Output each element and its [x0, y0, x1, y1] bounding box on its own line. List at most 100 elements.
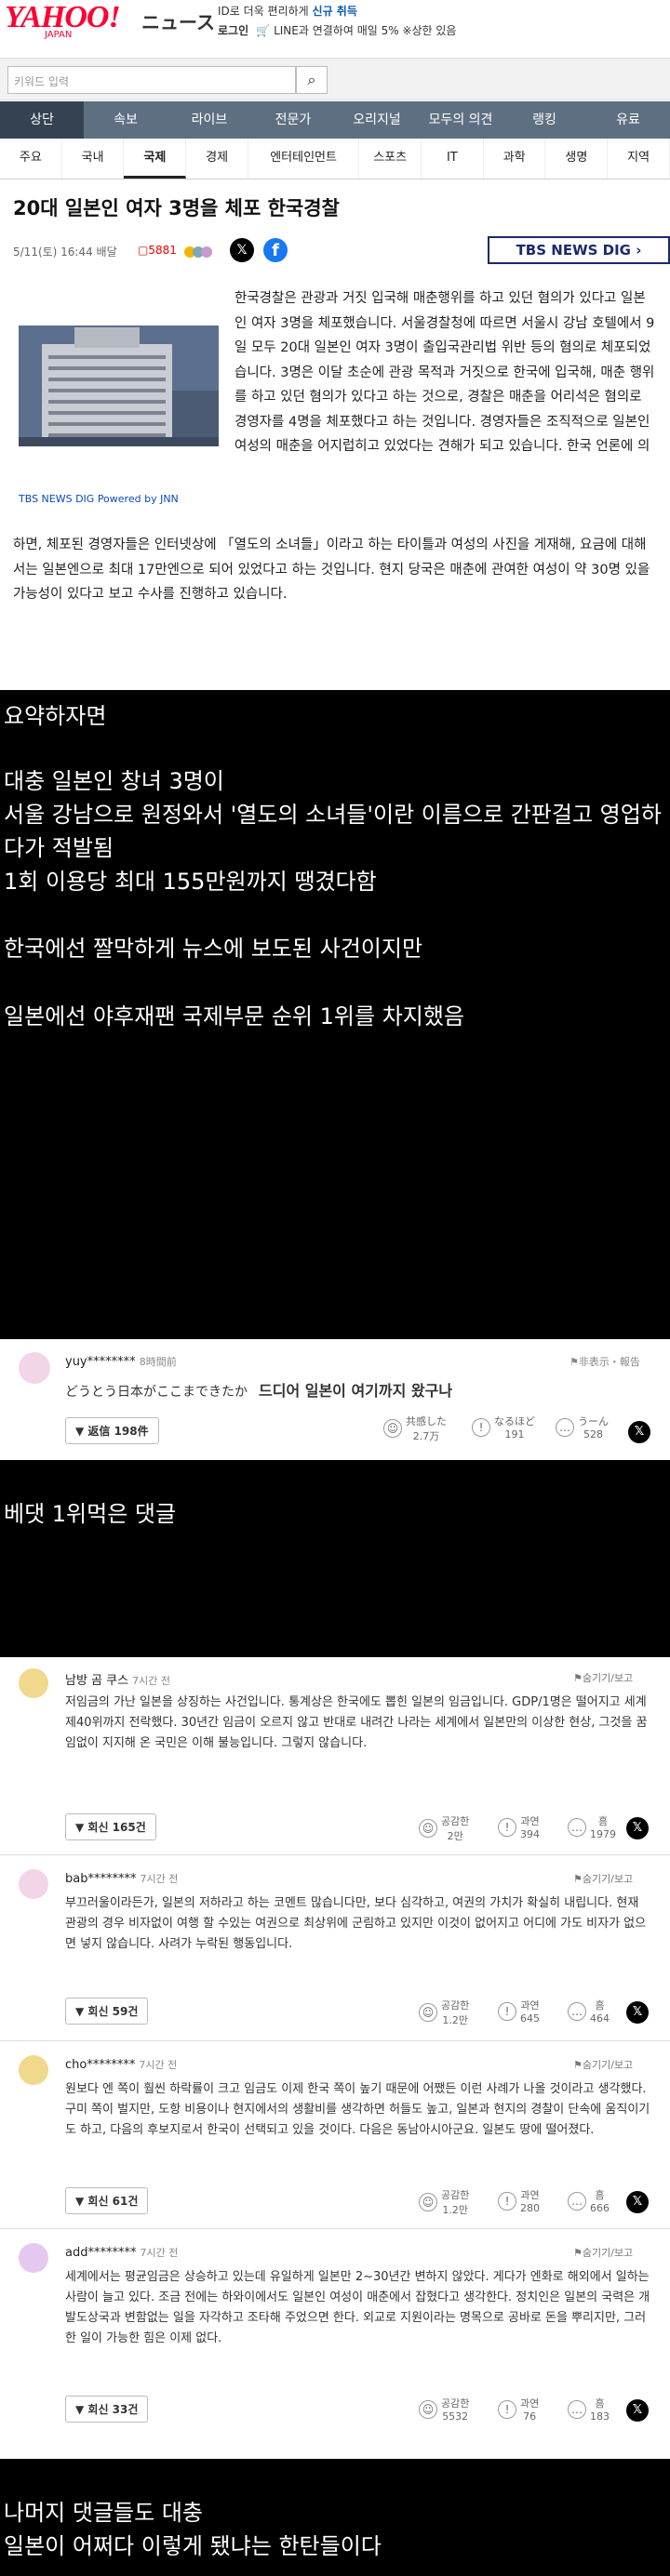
comment-count[interactable]: ▢5881	[138, 244, 177, 257]
vote-agree[interactable]: ! なるほど 191	[472, 1414, 535, 1441]
yahoo-logo[interactable]: YAHOO!	[5, 2, 121, 33]
comment-user: cho******** 7시간 전	[65, 2057, 177, 2072]
subtab-economy[interactable]: 경제	[186, 139, 248, 179]
subtab-main[interactable]: 주요	[0, 139, 62, 179]
reply-button[interactable]: ▼ 返信 198件	[65, 1417, 159, 1444]
vote-label: 공감한	[441, 1999, 470, 2012]
comment-username[interactable]: yuy********	[65, 1355, 136, 1369]
hide-report-link[interactable]: ⚑숨기기/보고	[573, 2245, 633, 2260]
subtab-it[interactable]: IT	[422, 139, 484, 179]
vote-count: 645	[520, 2012, 540, 2025]
subcategory-nav: 주요 국내 국제 경제 엔터테인먼트 스포츠 IT 과학 생명 지역	[0, 139, 670, 179]
hide-report-link[interactable]: ⚑숨기기/보고	[573, 2057, 633, 2072]
neutral-face-icon: …	[568, 2001, 586, 2021]
vote-label: 과연	[520, 2397, 540, 2410]
vote-hmm[interactable]: … 흠 183	[568, 2396, 610, 2423]
comment-username[interactable]: cho********	[65, 2058, 135, 2072]
vote-count: 1.2만	[442, 2204, 468, 2216]
vote-hmm[interactable]: … 흠 464	[568, 1998, 610, 2025]
comment-list: 남방 곰 쿠스 7시간 전 ⚑숨기기/보고 저임금의 가난 일본을 상징하는 사건…	[0, 1657, 670, 2459]
yahoo-logo-sub: JAPAN	[45, 30, 73, 40]
hide-label: 숨기기/보고	[582, 1672, 634, 1684]
x-share-icon[interactable]: 𝕏	[626, 2191, 649, 2213]
vote-hmm[interactable]: … うーん 528	[556, 1414, 609, 1441]
x-share-icon[interactable]: 𝕏	[628, 1421, 650, 1443]
lightbulb-icon: !	[498, 2191, 516, 2211]
x-share-icon[interactable]: 𝕏	[626, 2001, 649, 2024]
vote-agree[interactable]: ! 과연 394	[498, 1813, 540, 1840]
reply-label: 회신 61건	[87, 2195, 139, 2208]
comment-time: 7시간 전	[139, 2059, 178, 2071]
login-link[interactable]: 로그인	[218, 24, 248, 37]
reply-button[interactable]: ▼ 회신 165건	[65, 1813, 156, 1840]
tab-breaking[interactable]: 속보	[84, 101, 168, 139]
tab-ranking[interactable]: 랭킹	[502, 101, 586, 139]
tab-opinion[interactable]: 모두의 의견	[419, 101, 502, 139]
vote-count: 464	[590, 2012, 610, 2025]
summary-line-4: 한국에선 짤막하게 뉴스에 보도된 사건이지만	[4, 936, 423, 962]
comment-username[interactable]: bab********	[65, 1872, 136, 1886]
flag-icon: ⚑	[573, 1672, 583, 1684]
vote-label: 흠	[597, 1815, 609, 1827]
report-link[interactable]: ⚑非表示・報告	[570, 1354, 640, 1369]
vote-agree[interactable]: ! 과연 645	[498, 1998, 540, 2025]
subtab-sports[interactable]: 스포츠	[359, 139, 422, 179]
neutral-face-icon: …	[568, 2191, 586, 2211]
vote-hmm[interactable]: … 흠 666	[568, 2187, 610, 2214]
subtab-region[interactable]: 지역	[608, 139, 670, 179]
article-photo[interactable]	[19, 288, 219, 484]
tab-top[interactable]: 상단	[0, 101, 84, 139]
subtab-entertainment[interactable]: 엔터테인먼트	[248, 139, 360, 179]
source-badge[interactable]: TBS NEWS DIG ›	[488, 236, 670, 264]
comment-username[interactable]: add********	[65, 2246, 136, 2260]
search-input[interactable]: 키워드 입력	[7, 66, 296, 94]
vote-agree[interactable]: ! 과연 280	[498, 2187, 540, 2214]
vote-label: 흠	[595, 2189, 605, 2201]
vote-count: 191	[504, 1428, 525, 1441]
facebook-share-icon[interactable]: f	[263, 238, 288, 262]
tab-live[interactable]: 라이브	[168, 101, 251, 139]
vote-hmm[interactable]: … 흠 1979	[568, 1813, 616, 1840]
subtab-domestic[interactable]: 국내	[62, 139, 125, 179]
search-button[interactable]: ⌕	[296, 66, 328, 94]
lightbulb-icon: !	[498, 2001, 516, 2021]
x-share-icon[interactable]: 𝕏	[230, 238, 254, 262]
comment-original: どうとう日本がここまできたか	[65, 1385, 248, 1400]
comment-text: 부끄러울이라든가, 일본의 저하라고 하는 코멘트 많습니다만, 보다 심각하고…	[65, 1896, 647, 1951]
reply-button[interactable]: ▼ 회신 33건	[65, 2396, 149, 2423]
reaction-icons	[184, 244, 221, 259]
vote-empathy[interactable]: ☺ 공감한 1.2만	[419, 2187, 469, 2217]
article-meta: 5/11(토) 16:44 배달	[13, 246, 117, 259]
x-share-icon[interactable]: 𝕏	[626, 1817, 649, 1839]
subtab-science[interactable]: 과학	[484, 139, 546, 179]
vote-label: 과연	[520, 1999, 540, 2012]
tab-original[interactable]: 오리지널	[335, 101, 419, 139]
vote-empathy[interactable]: ☺ 共感した 2.7万	[383, 1414, 447, 1443]
tab-paid[interactable]: 유료	[586, 101, 670, 139]
smile-icon: ☺	[419, 1819, 437, 1838]
vote-empathy[interactable]: ☺ 공감한 5532	[419, 2396, 469, 2423]
reply-label: 회신 59건	[87, 2005, 139, 2018]
x-share-icon[interactable]: 𝕏	[626, 2399, 649, 2422]
comment-username[interactable]: 남방 곰 쿠스	[65, 1674, 128, 1688]
vote-agree[interactable]: ! 과연 76	[498, 2396, 539, 2423]
vote-empathy[interactable]: ☺ 공감한 1.2만	[419, 1998, 469, 2027]
subtab-life[interactable]: 생명	[545, 139, 609, 179]
comment-translation: 드디어 일본이 여기까지 왔구나	[259, 1382, 453, 1400]
reply-button[interactable]: ▼ 회신 61건	[65, 2187, 149, 2214]
comment-text: どうとう日本がここまできたか 드디어 일본이 여기까지 왔구나	[65, 1378, 452, 1401]
vote-label: 흠	[595, 1999, 605, 2012]
reply-button[interactable]: ▼ 회신 59건	[65, 1998, 149, 2025]
vote-label: うーん	[578, 1415, 609, 1427]
service-name[interactable]: ニュース	[141, 7, 215, 34]
signup-link[interactable]: 신규 취득	[313, 5, 357, 18]
photo-caption: TBS NEWS DIG Powered by JNN	[19, 493, 179, 505]
hide-report-link[interactable]: ⚑숨기기/보고	[573, 1871, 633, 1886]
hide-report-link[interactable]: ⚑숨기기/보고	[573, 1670, 633, 1685]
tab-expert[interactable]: 전문가	[251, 101, 335, 139]
vote-empathy[interactable]: ☺ 공감한 2만	[419, 1813, 469, 1843]
comment-user: 남방 곰 쿠스 7시간 전	[65, 1670, 170, 1688]
subtab-international[interactable]: 국제	[124, 139, 187, 179]
lightbulb-icon: !	[498, 1817, 516, 1837]
flag-icon: ⚑	[573, 1873, 583, 1885]
